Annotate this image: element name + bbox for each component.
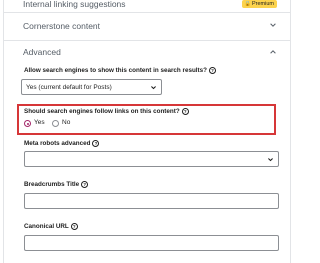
meta-robots-label-text: Meta robots advanced <box>24 140 91 147</box>
chevron-up-icon <box>270 50 276 54</box>
chevron-down-icon <box>151 86 156 90</box>
radio-no-label[interactable]: No <box>62 119 70 126</box>
allow-search-select-value: Yes (current default for Posts) <box>26 84 112 91</box>
radio-yes-label[interactable]: Yes <box>34 119 45 126</box>
help-icon[interactable]: ? <box>209 67 217 74</box>
help-icon[interactable]: ? <box>181 108 189 115</box>
metabox-panel: Internal linking suggestions 🔒Premium Co… <box>3 0 291 263</box>
allow-search-label-text: Allow search engines to show this conten… <box>24 67 208 74</box>
section-cornerstone[interactable]: Cornerstone content <box>4 12 290 41</box>
follow-links-label: Should search engines follow links on th… <box>24 108 189 115</box>
meta-robots-select[interactable] <box>24 151 279 167</box>
section-cornerstone-label: Cornerstone content <box>23 21 101 31</box>
help-icon[interactable]: ? <box>81 181 89 188</box>
breadcrumbs-title-input[interactable] <box>24 193 279 209</box>
premium-badge: 🔒Premium <box>241 0 277 8</box>
lock-icon: 🔒 <box>244 1 251 7</box>
radio-yes[interactable] <box>24 120 31 127</box>
allow-search-select[interactable]: Yes (current default for Posts) <box>21 79 162 95</box>
radio-no[interactable] <box>52 120 59 127</box>
breadcrumbs-title-label: Breadcrumbs Title? <box>24 181 89 188</box>
follow-links-label-text: Should search engines follow links on th… <box>24 108 180 115</box>
section-internal-linking-label: Internal linking suggestions <box>23 0 126 9</box>
canonical-url-input[interactable] <box>24 235 279 251</box>
meta-robots-label: Meta robots advanced? <box>24 140 100 147</box>
chevron-down-icon <box>268 158 273 162</box>
breadcrumbs-title-label-text: Breadcrumbs Title <box>24 181 80 188</box>
section-advanced-label: Advanced <box>23 47 61 57</box>
canonical-url-label: Canonical URL? <box>24 223 78 230</box>
help-icon[interactable]: ? <box>70 223 78 230</box>
canonical-url-label-text: Canonical URL <box>24 223 69 230</box>
premium-badge-label: Premium <box>251 1 274 7</box>
help-icon[interactable]: ? <box>92 140 100 147</box>
chevron-down-icon <box>270 23 276 27</box>
section-advanced[interactable]: Advanced <box>4 40 290 67</box>
allow-search-label: Allow search engines to show this conten… <box>24 67 217 74</box>
screenshot-canvas: Internal linking suggestions 🔒Premium Co… <box>0 0 300 263</box>
